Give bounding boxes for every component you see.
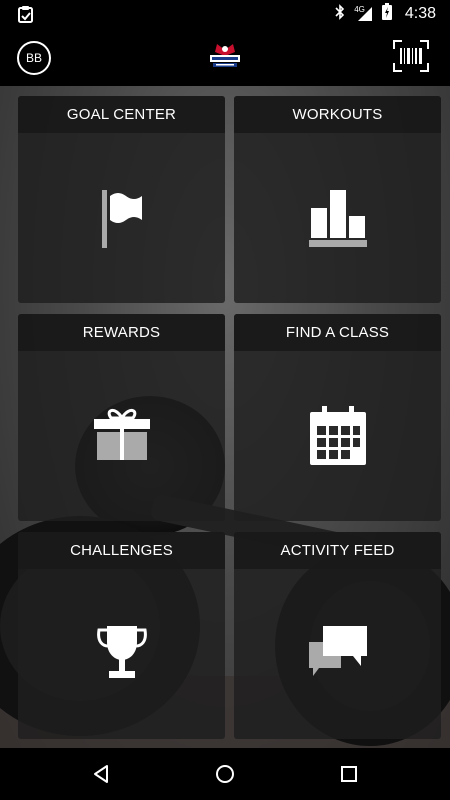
recent-square-icon [341,766,357,782]
tile-find-a-class[interactable]: FIND A CLASS [234,314,441,521]
task-notification-icon [18,5,34,28]
tile-label: REWARDS [18,314,225,351]
tile-label: CHALLENGES [18,532,225,569]
recent-apps-button[interactable] [337,762,361,786]
heroes-fitness-logo [207,42,243,72]
profile-avatar[interactable]: BB [17,41,51,75]
tile-goal-center[interactable]: GOAL CENTER [18,96,225,303]
tile-rewards[interactable]: REWARDS [18,314,225,521]
podium-icon [308,188,367,253]
tile-label: WORKOUTS [234,96,441,133]
tile-label: GOAL CENTER [18,96,225,133]
barcode-scan-button[interactable] [393,40,429,72]
barcode-icon [393,40,429,72]
tile-label: FIND A CLASS [234,314,441,351]
calendar-icon [309,406,367,471]
bluetooth-icon [335,3,345,25]
tile-label: ACTIVITY FEED [234,532,441,569]
back-triangle-icon [94,765,108,783]
system-navigation-bar [0,748,450,800]
tile-workouts[interactable]: WORKOUTS [234,96,441,303]
battery-icon [381,3,392,25]
clock: 4:38 [404,5,436,22]
signal-icon: 4G [354,4,373,22]
flag-icon [98,188,146,255]
trophy-icon [93,624,151,685]
back-button[interactable] [89,762,113,786]
tile-activity-feed[interactable]: ACTIVITY FEED [234,532,441,739]
network-type: 4G [354,4,365,14]
status-bar: 4G 4:38 [0,0,450,28]
home-circle-icon [216,765,234,783]
tile-challenges[interactable]: CHALLENGES [18,532,225,739]
gift-icon [93,406,151,467]
chat-bubbles-icon [307,624,369,685]
home-button[interactable] [213,762,237,786]
app-bar: BB [0,28,450,86]
